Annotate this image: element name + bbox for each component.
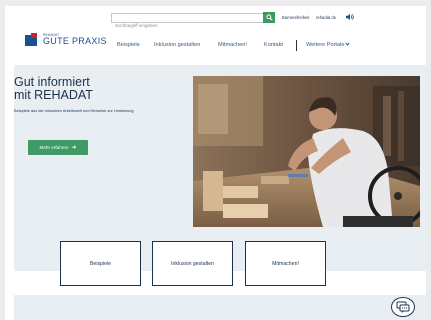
tile-label: Mitmachen! xyxy=(272,260,299,267)
tile-inklusion-gestalten[interactable]: Inklusion gestalten xyxy=(152,241,233,286)
logo-mark-icon xyxy=(25,33,41,46)
mehr-erfahren-button[interactable]: Mehr erfahren ➜ xyxy=(28,140,88,155)
search-icon xyxy=(265,14,273,21)
search-input[interactable] xyxy=(112,21,265,30)
tile-beispiele[interactable]: Beispiele xyxy=(60,241,141,286)
footer-band xyxy=(14,295,427,320)
hero-subtitle: Beispiele aus der inklusiven Arbeitswelt… xyxy=(14,108,134,113)
nav-item-inklusion[interactable]: Inklusion gestalten xyxy=(154,42,200,48)
hero-title-line2: mit REHADAT xyxy=(14,87,93,102)
logo[interactable]: REHADAT GUTE PRAXIS xyxy=(25,33,107,46)
nav-divider xyxy=(296,40,297,51)
hero-photo xyxy=(193,76,420,227)
speaker-icon[interactable] xyxy=(345,13,355,21)
hero-title: Gut informiert mit REHADAT xyxy=(14,76,93,101)
search-box[interactable] xyxy=(111,13,266,30)
chat-button[interactable] xyxy=(391,297,415,317)
nav-item-weitere-portale[interactable]: Weitere Portale xyxy=(306,41,351,48)
tile-mitmachen[interactable]: Mitmachen! xyxy=(245,241,326,286)
arrow-right-icon: ➜ xyxy=(71,145,77,151)
page: Barrierefreiheit · rehadat.de REHADAT GU… xyxy=(0,0,431,320)
util-separator: · xyxy=(308,15,310,20)
hero-title-line1: Gut informiert xyxy=(14,75,90,89)
nav-item-mitmachen[interactable]: Mitmachen! xyxy=(218,42,247,48)
nav-more-label: Weitere Portale xyxy=(306,42,345,48)
tile-label: Beispiele xyxy=(89,260,112,267)
accessibility-link[interactable]: Barrierefreiheit xyxy=(282,15,309,20)
cta-label: Mehr erfahren xyxy=(39,145,69,150)
chat-icon xyxy=(396,301,410,313)
nav-item-kontakt[interactable]: Kontakt xyxy=(264,42,283,48)
nav-item-beispiele[interactable]: Beispiele xyxy=(117,42,140,48)
rehadat-link[interactable]: rehadat.de xyxy=(316,15,336,20)
tile-label: Inklusion gestalten xyxy=(171,260,214,267)
chevron-down-icon xyxy=(345,41,351,46)
search-button[interactable] xyxy=(263,12,275,23)
workshop-illustration xyxy=(193,76,420,227)
logo-big-text: GUTE PRAXIS xyxy=(43,36,107,46)
